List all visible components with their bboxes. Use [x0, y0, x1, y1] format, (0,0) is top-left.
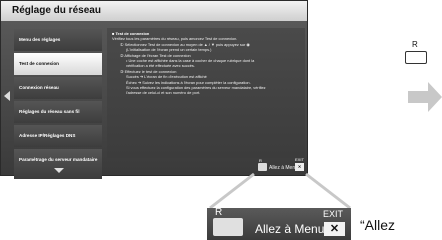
tv-screen: Réglage du réseau Menu des réglages Test…: [0, 0, 308, 179]
r-button-label: R: [259, 158, 262, 163]
menu-item-network-connection[interactable]: Connexion réseau: [14, 77, 102, 99]
menu-item-settings[interactable]: Menu des réglages: [14, 29, 102, 51]
window-title: Réglage du réseau: [1, 1, 307, 21]
menu-item-proxy[interactable]: Paramétrage du serveur mandataire: [14, 149, 102, 179]
help-panel: Test de connexion Vérifiez tous les para…: [107, 28, 305, 158]
remote-r-label: R: [412, 40, 418, 49]
panel-step-note: l'adresse de celui-ci et son numéro de p…: [126, 90, 201, 96]
scroll-left-icon[interactable]: [4, 91, 10, 101]
scroll-down-icon[interactable]: [54, 168, 64, 173]
menu-item-ip-dns[interactable]: Adresse IP/Réglages DNS: [14, 125, 102, 147]
r-button-icon[interactable]: R: [258, 158, 267, 171]
menu-item-connection-test[interactable]: Test de connexion: [14, 53, 102, 75]
right-arrow-icon: [408, 82, 442, 112]
zoom-exit-icon: ✕: [324, 222, 345, 236]
zoom-go-to-menu-label: Allez à Menu: [255, 222, 325, 236]
zoomed-footer: R Allez à Menu EXIT ✕: [207, 207, 351, 240]
settings-menu: Menu des réglages Test de connexion Conn…: [14, 29, 102, 181]
exit-label: EXIT: [295, 157, 304, 162]
zoom-r-label: R: [215, 207, 223, 218]
remote-r-button-icon: [405, 51, 427, 64]
exit-button[interactable]: ✕: [295, 163, 304, 171]
go-to-menu-label: Allez à Menu: [269, 165, 298, 171]
caption-text: “Allez: [360, 217, 396, 233]
menu-item-wireless-settings[interactable]: Réglages du réseau sans fil: [14, 101, 102, 123]
zoom-exit-label: EXIT: [323, 209, 344, 219]
zoom-r-button-icon: [213, 218, 243, 236]
